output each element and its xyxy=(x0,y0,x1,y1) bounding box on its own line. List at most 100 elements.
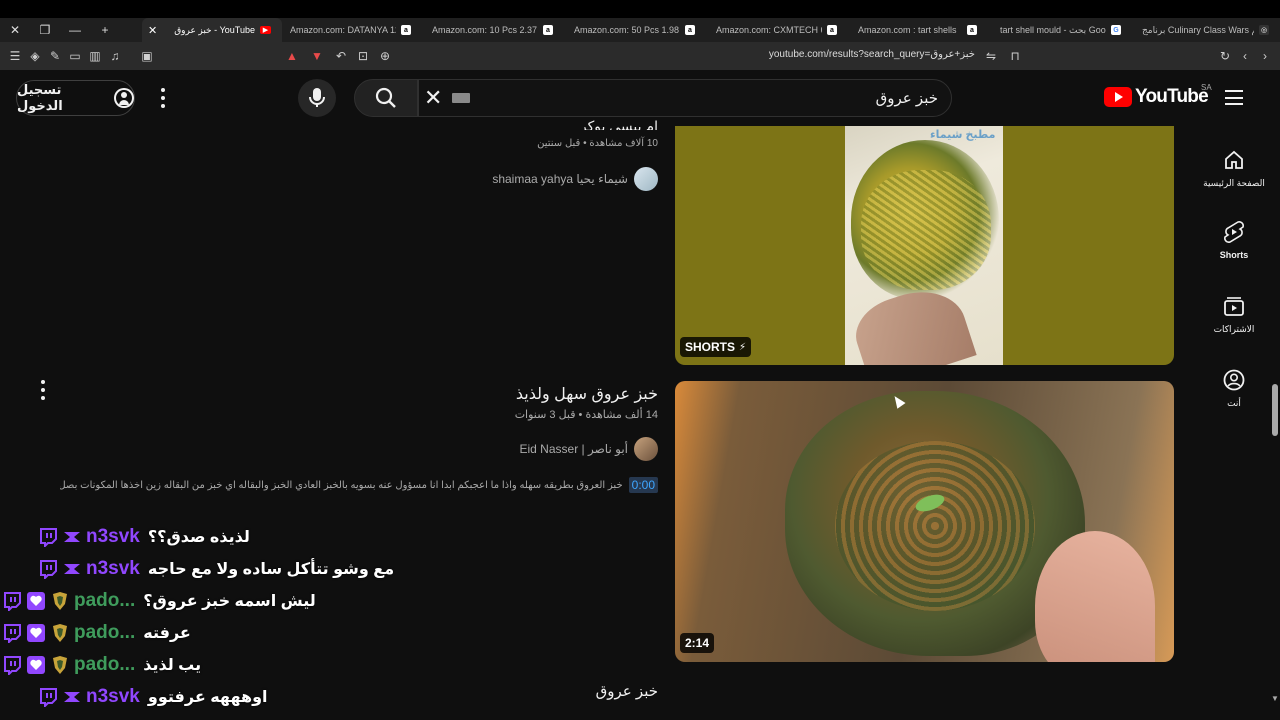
restore-window-icon[interactable]: ❐ xyxy=(30,18,60,42)
twitch-icon xyxy=(38,559,58,579)
thumbnail-caption: مطبخ شيماء xyxy=(930,129,996,141)
undo-icon[interactable]: ↶ xyxy=(334,49,348,63)
twitch-icon xyxy=(2,655,22,675)
video-title[interactable]: ام بيسي بوكر xyxy=(420,118,658,130)
youtube-play-icon xyxy=(1104,87,1132,107)
prime-icon xyxy=(62,687,82,707)
video-thumbnail-shorts[interactable]: مطبخ شيماء xyxy=(675,126,1174,365)
thumbnail-image: مطبخ شيماء xyxy=(845,126,1003,365)
menu-icon[interactable]: ☰ xyxy=(8,49,22,63)
forward-icon[interactable]: › xyxy=(1258,49,1272,63)
shorts-badge-icon: ⚡ xyxy=(739,341,747,353)
tab-title: Amazon.com: CXMTECH 6PCS xyxy=(716,25,822,35)
prime-icon xyxy=(62,559,82,579)
tabs-icon[interactable]: ▭ xyxy=(68,49,82,63)
sidebar-icon[interactable]: ▥ xyxy=(88,49,102,63)
site-settings-icon[interactable]: ⇋ xyxy=(984,49,998,63)
tab-culinary[interactable]: برنامج Culinary Class Wars الم ◎ xyxy=(1136,18,1280,42)
extension-b-icon[interactable]: ▼ xyxy=(310,49,324,63)
new-tab-icon[interactable]: + xyxy=(90,18,120,42)
search-query-text[interactable]: خبز عروق xyxy=(600,89,938,107)
guide-item-subscriptions[interactable]: الاشتراكات xyxy=(1200,294,1268,335)
tab-amazon-3[interactable]: Amazon.com: 50 Pcs 1.98 Inch a xyxy=(568,18,706,42)
tab-amazon-4[interactable]: Amazon.com: CXMTECH 6PCS a xyxy=(710,18,848,42)
translate-icon[interactable]: ⊡ xyxy=(356,49,370,63)
chat-username[interactable]: pado... xyxy=(74,654,135,676)
shield-icon[interactable]: ◈ xyxy=(28,49,42,63)
bookmark-icon[interactable]: ⊓ xyxy=(1008,49,1022,63)
scrollbar-thumb[interactable] xyxy=(1272,384,1278,436)
video-thumbnail[interactable] xyxy=(675,381,1174,662)
timestamp-chip[interactable]: 0:00 xyxy=(628,477,658,493)
amazon-favicon-icon: a xyxy=(827,25,837,35)
twitch-icon xyxy=(38,687,58,707)
chat-username[interactable]: n3svk xyxy=(86,526,140,548)
description-text: خبز العروق بطريقه سهله واذا ما اعجبكم اب… xyxy=(60,479,623,491)
video-actions-menu-icon[interactable] xyxy=(40,380,46,400)
shorts-icon xyxy=(1222,220,1246,244)
os-top-bar xyxy=(0,0,1280,18)
chat-message: pado... يب لذيذ xyxy=(2,650,402,680)
amazon-favicon-icon: a xyxy=(685,25,695,35)
keyboard-icon[interactable] xyxy=(452,93,470,103)
chat-message-text: اوهههه عرفتوو xyxy=(147,689,268,706)
video-title[interactable]: خبز عروق xyxy=(440,682,658,700)
search-button[interactable] xyxy=(354,79,418,117)
settings-menu-icon[interactable] xyxy=(160,88,166,108)
channel-avatar[interactable] xyxy=(634,167,658,191)
tab-amazon-2[interactable]: Amazon.com: 10 Pcs 2.37 Inch a xyxy=(426,18,564,42)
video-duration-badge: 2:14 xyxy=(680,633,715,653)
guide-menu-icon[interactable] xyxy=(1225,90,1243,105)
tab-amazon-1[interactable]: Amazon.com: DATANYA 12Pac a xyxy=(284,18,422,42)
chat-message: n3svk لذيذه صدق؟؟ xyxy=(38,522,438,552)
sub-heart-icon xyxy=(26,623,46,643)
guide-label: الصفحة الرئيسية xyxy=(1203,178,1265,188)
channel-name[interactable]: شيماء يحيا shaimaa yahya xyxy=(492,172,628,186)
twitch-icon xyxy=(2,591,22,611)
minimize-window-icon[interactable]: — xyxy=(60,18,90,42)
screenshot-icon[interactable]: ▣ xyxy=(140,49,154,63)
tab-youtube[interactable]: ✕ خبز عروق - YouTube ▶ xyxy=(142,18,282,42)
clear-search-icon[interactable]: ✕ xyxy=(424,87,442,109)
channel-row[interactable]: شيماء يحيا shaimaa yahya xyxy=(400,167,658,191)
youtube-favicon-icon: ▶ xyxy=(260,26,271,34)
chat-username[interactable]: n3svk xyxy=(86,686,140,708)
guide-item-home[interactable]: الصفحة الرئيسية xyxy=(1200,148,1268,189)
crest-icon xyxy=(50,591,70,611)
youtube-wordmark: YouTube xyxy=(1135,86,1209,107)
sign-in-button[interactable]: تسجيل الدخول xyxy=(16,80,135,116)
youtube-logo[interactable]: YouTube xyxy=(1104,86,1209,108)
video-stats: 14 ألف مشاهدة • قبل 3 سنوات xyxy=(514,409,658,421)
guide-label: الاشتراكات xyxy=(1213,324,1255,334)
channel-row[interactable]: أبو ناصر | Eid Nasser xyxy=(400,437,658,461)
voice-search-button[interactable] xyxy=(298,79,336,117)
music-icon[interactable]: ♫ xyxy=(108,49,122,63)
url-text[interactable]: youtube.com/results?search_query=خبز+عرو… xyxy=(700,49,975,60)
close-tab-icon[interactable]: ✕ xyxy=(148,24,157,37)
channel-avatar[interactable] xyxy=(634,437,658,461)
tab-google[interactable]: tart shell mould - بحث Google G xyxy=(994,18,1132,42)
scroll-down-icon[interactable]: ▼ xyxy=(1271,694,1279,703)
reload-icon[interactable]: ↻ xyxy=(1218,49,1232,63)
extension-a-icon[interactable]: ▲ xyxy=(285,49,299,63)
zoom-icon[interactable]: ⊕ xyxy=(378,49,392,63)
sub-heart-icon xyxy=(26,655,46,675)
chat-message: n3svk اوهههه عرفتوو xyxy=(38,682,438,712)
video-title[interactable]: خبز عروق سهل ولذيذ xyxy=(400,384,658,404)
tab-amazon-5[interactable]: Amazon.com : tart shells a xyxy=(852,18,988,42)
prime-icon xyxy=(62,527,82,547)
chat-username[interactable]: pado... xyxy=(74,590,135,612)
back-icon[interactable]: ‹ xyxy=(1238,49,1252,63)
address-bar xyxy=(0,42,1280,70)
pin-icon[interactable]: ✎ xyxy=(48,49,62,63)
chat-message: n3svk مع وشو تتأكل ساده ولا مع حاجه xyxy=(38,554,438,584)
close-window-icon[interactable]: ✕ xyxy=(0,18,30,42)
chat-username[interactable]: pado... xyxy=(74,622,135,644)
crest-icon xyxy=(50,623,70,643)
chat-username[interactable]: n3svk xyxy=(86,558,140,580)
chat-message-text: عرفته xyxy=(143,625,191,642)
sign-in-label: تسجيل الدخول xyxy=(17,82,63,113)
channel-name[interactable]: أبو ناصر | Eid Nasser xyxy=(520,442,629,456)
guide-item-shorts[interactable]: Shorts xyxy=(1200,220,1268,260)
guide-item-you[interactable]: أنت xyxy=(1200,368,1268,409)
